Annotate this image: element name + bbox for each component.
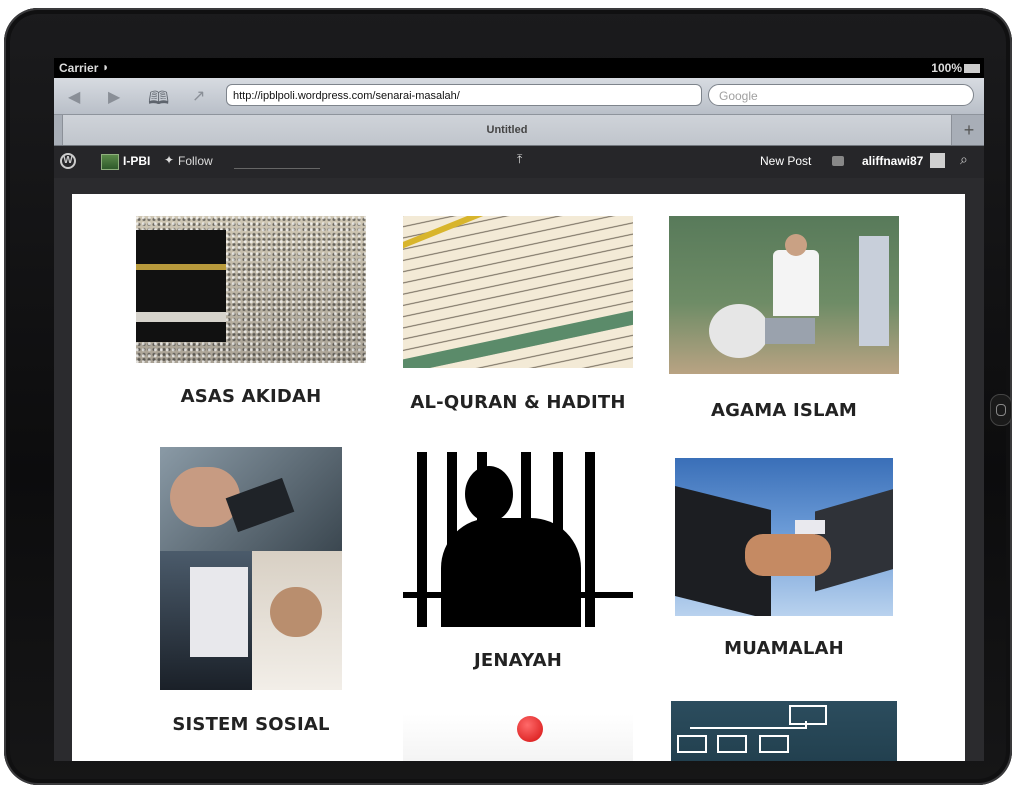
partial-image-red-dot[interactable] bbox=[403, 714, 633, 761]
partial-image-diagram[interactable] bbox=[671, 701, 897, 761]
battery-icon bbox=[964, 64, 980, 73]
category-title[interactable]: JENAYAH bbox=[403, 650, 633, 671]
share-icon[interactable]: ↗ bbox=[192, 86, 205, 106]
back-icon[interactable]: ◀ bbox=[68, 87, 80, 107]
handshake-image[interactable] bbox=[675, 458, 893, 616]
new-post-link[interactable]: New Post bbox=[760, 154, 811, 168]
site-icon[interactable] bbox=[101, 154, 119, 170]
category-title[interactable]: AGAMA ISLAM bbox=[669, 400, 899, 421]
admin-search-underline bbox=[234, 168, 320, 169]
category-title[interactable]: ASAS AKIDAH bbox=[136, 386, 366, 407]
screen: Carrier ◗ 100% ◀ ▶ 🕮 ↗ http://ipblpoli.w… bbox=[54, 58, 984, 761]
follow-icon[interactable]: ✦ bbox=[164, 153, 174, 167]
page-content: ASAS AKIDAH AL-QURAN & HADITH AGAMA ISLA… bbox=[72, 194, 965, 761]
forward-icon[interactable]: ▶ bbox=[108, 87, 120, 107]
carrier-label: Carrier bbox=[59, 61, 99, 75]
notifications-icon[interactable] bbox=[832, 156, 844, 166]
wordpress-logo-icon[interactable]: W bbox=[60, 153, 76, 169]
browser-toolbar: ◀ ▶ 🕮 ↗ http://ipblpoli.wordpress.com/se… bbox=[54, 78, 984, 115]
tab-current[interactable]: Untitled bbox=[62, 115, 952, 145]
wifi-icon: ◗ bbox=[102, 60, 110, 74]
category-title[interactable]: SISTEM SOSIAL bbox=[152, 714, 350, 735]
tab-bar: Untitled + bbox=[54, 115, 984, 146]
quran-image[interactable] bbox=[403, 216, 633, 368]
site-name[interactable]: I-PBI bbox=[123, 154, 150, 168]
follow-link[interactable]: Follow bbox=[178, 154, 213, 168]
battery-percent: 100% bbox=[931, 61, 962, 75]
prisoner-image[interactable] bbox=[403, 452, 633, 627]
status-bar: Carrier ◗ 100% bbox=[54, 58, 984, 78]
kaaba-image[interactable] bbox=[136, 216, 366, 363]
classroom-image[interactable] bbox=[669, 216, 899, 374]
search-field[interactable]: Google bbox=[708, 84, 974, 106]
ipad-frame: Carrier ◗ 100% ◀ ▶ 🕮 ↗ http://ipblpoli.w… bbox=[4, 8, 1012, 785]
category-title[interactable]: MUAMALAH bbox=[675, 638, 893, 659]
username-link[interactable]: aliffnawi87 bbox=[862, 154, 923, 168]
wordpress-admin-bar: W I-PBI ✦ Follow ⤒ New Post aliffnawi87 … bbox=[54, 146, 984, 178]
category-title[interactable]: AL-QURAN & HADITH bbox=[393, 392, 643, 413]
avatar[interactable] bbox=[930, 153, 945, 168]
new-tab-button[interactable]: + bbox=[958, 119, 980, 141]
phones-image[interactable] bbox=[160, 447, 342, 690]
home-button[interactable] bbox=[990, 394, 1012, 426]
bookmarks-icon[interactable]: 🕮 bbox=[148, 86, 169, 116]
admin-search-icon[interactable]: ⌕ bbox=[960, 151, 968, 168]
collapse-icon[interactable]: ⤒ bbox=[517, 152, 522, 167]
address-bar[interactable]: http://ipblpoli.wordpress.com/senarai-ma… bbox=[226, 84, 702, 106]
